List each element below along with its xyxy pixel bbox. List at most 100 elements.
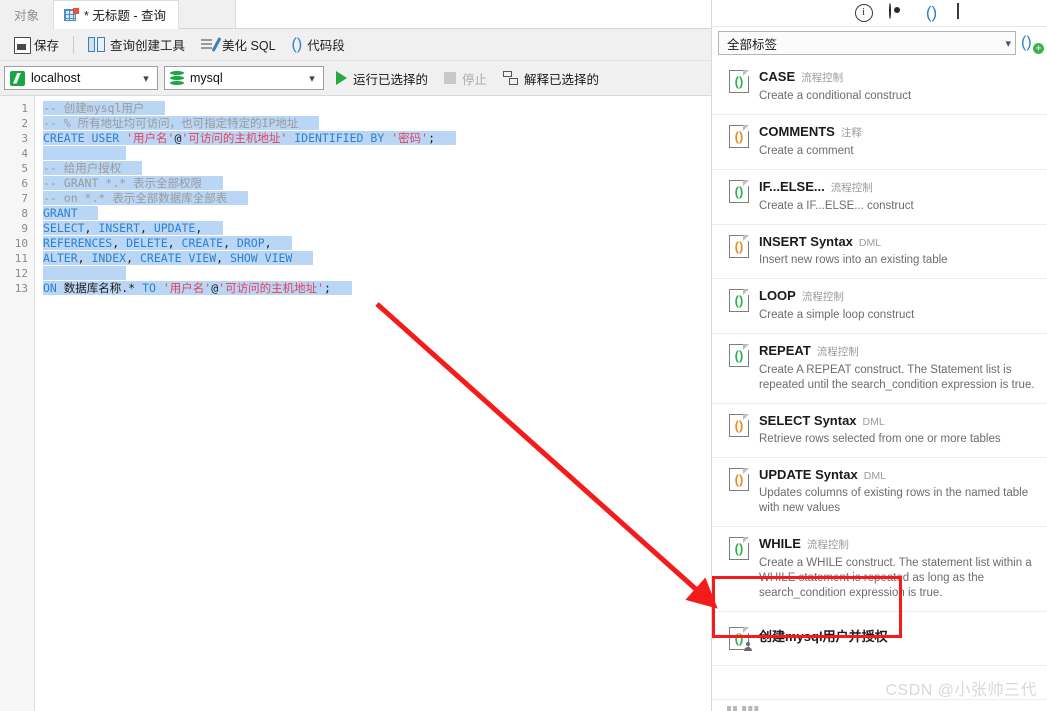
snippet-description: Retrieve rows selected from one or more … — [759, 433, 1001, 445]
snippet-panel: i () 全部标签 ▾ () + () CASE 流程控制 Create a condi… — [711, 0, 1047, 711]
snippet-filter-row: 全部标签 ▾ () + — [712, 27, 1047, 59]
snippet-category: 流程控制 — [830, 182, 873, 194]
snippet-title: CASE — [759, 69, 796, 84]
stop-button[interactable]: 停止 — [444, 69, 487, 88]
add-snippet-button[interactable]: () + — [1021, 33, 1044, 54]
query-builder-button[interactable]: 查询创建工具 — [80, 32, 193, 57]
explain-icon — [503, 70, 519, 86]
snippet-category: DML — [863, 470, 886, 482]
beautify-sql-button[interactable]: 美化 SQL — [193, 32, 284, 57]
snippet-list-item[interactable]: () IF...ELSE... 流程控制 Create a IF...ELSE... … — [712, 170, 1047, 225]
snippet-list-item[interactable]: () UPDATE Syntax DML Updates columns of exi… — [712, 458, 1047, 527]
code-line: REFERENCES, DELETE, CREATE, DROP, — [43, 236, 711, 251]
editor-toolbar: 保存 查询创建工具 美化 SQL () 代码段 — [0, 29, 711, 61]
save-button[interactable]: 保存 — [6, 32, 67, 57]
tab-query-label: * 无标题 - 查询 — [84, 9, 166, 23]
snippet-list-item[interactable]: () INSERT Syntax DML Insert new rows into a… — [712, 225, 1047, 279]
run-selected-label: 运行已选择的 — [353, 72, 429, 87]
plus-icon: + — [1033, 43, 1044, 54]
play-icon — [336, 71, 347, 85]
eye-icon[interactable] — [888, 3, 907, 22]
application-window: 对象 * 无标题 - 查询 保存 查询创建工具 美化 SQL () 代码段 lo… — [0, 0, 1047, 711]
sql-editor[interactable]: 1 2 3 4 5 6 7 8 9 10 11 12 13 -- 创建mysql… — [0, 96, 711, 711]
query-builder-icon — [88, 37, 106, 52]
snippet-description: Insert new rows into an existing table — [759, 254, 948, 266]
snippet-description: Create a simple loop construct — [759, 309, 915, 321]
code-line: -- on *.* 表示全部数据库全部表 — [43, 191, 711, 206]
connection-toolbar: localhost ▾ mysql ▾ 运行已选择的 停止 解释已选择的 — [0, 61, 711, 96]
code-line: GRANT — [43, 206, 711, 221]
code-snippet-button[interactable]: () 代码段 — [284, 32, 353, 57]
snippet-title: INSERT Syntax — [759, 234, 853, 249]
line-number: 4 — [21, 147, 28, 160]
connection-select[interactable]: localhost ▾ — [4, 66, 158, 90]
snippet-title-row: IF...ELSE... 流程控制 — [759, 179, 1037, 195]
snippet-body: COMMENTS 注释 Create a comment — [759, 124, 1037, 159]
parentheses-icon[interactable]: () — [923, 4, 941, 22]
line-number-gutter: 1 2 3 4 5 6 7 8 9 10 11 12 13 — [0, 96, 35, 711]
snippet-list-item[interactable]: () LOOP 流程控制 Create a simple loop construct — [712, 279, 1047, 334]
snippet-file-icon: () — [729, 124, 750, 148]
code-snippet-label: 代码段 — [307, 39, 345, 53]
snippet-list-item[interactable]: () SELECT Syntax DML Retrieve rows selected… — [712, 404, 1047, 458]
code-line: ALTER, INDEX, CREATE VIEW, SHOW VIEW — [43, 251, 711, 266]
snippet-body: 创建mysql用户并授权 — [759, 626, 1037, 650]
snippet-list-item[interactable]: () COMMENTS 注释 Create a comment — [712, 115, 1047, 170]
sql-code-content[interactable]: -- 创建mysql用户 -- % 所有地址均可访问，也可指定特定的IP地址 C… — [35, 96, 711, 711]
snippet-title-row: UPDATE Syntax DML — [759, 467, 1037, 482]
snippet-list[interactable]: () CASE 流程控制 Create a conditional construct… — [712, 60, 1047, 711]
line-number: 1 — [21, 102, 28, 115]
snippet-list-item[interactable]: () REPEAT 流程控制 Create A REPEAT construct. T… — [712, 334, 1047, 404]
chevron-down-icon: ▾ — [1005, 37, 1011, 50]
code-line: SELECT, INSERT, UPDATE, — [43, 221, 711, 236]
snippet-body: INSERT Syntax DML Insert new rows into an … — [759, 234, 1037, 268]
table-icon[interactable] — [956, 3, 975, 22]
code-line: -- 给用户授权 — [43, 161, 711, 176]
snippet-list-item[interactable]: () 创建mysql用户并授权 — [712, 612, 1047, 666]
snippet-list-item[interactable]: () CASE 流程控制 Create a conditional construct — [712, 60, 1047, 115]
line-number: 11 — [14, 252, 28, 265]
snippet-file-icon: () — [729, 413, 750, 437]
tab-query[interactable]: * 无标题 - 查询 — [54, 0, 179, 29]
save-icon — [14, 37, 31, 54]
snippet-category: DML — [862, 416, 885, 428]
code-line: -- 创建mysql用户 — [43, 101, 711, 116]
run-selected-button[interactable]: 运行已选择的 — [330, 69, 428, 88]
snippet-title-row: WHILE 流程控制 — [759, 536, 1037, 552]
snippet-description: Updates columns of existing rows in the … — [759, 487, 1029, 514]
snippet-body: CASE 流程控制 Create a conditional construct — [759, 69, 1037, 104]
chevron-down-icon: ▾ — [309, 72, 315, 85]
snippet-body: SELECT Syntax DML Retrieve rows selected f… — [759, 413, 1037, 447]
query-builder-label: 查询创建工具 — [110, 39, 186, 53]
snippet-file-icon: () — [729, 288, 750, 312]
code-line: CREATE USER '用户名'@'可访问的主机地址' IDENTIFIED … — [43, 131, 711, 146]
snippet-panel-header: i () — [712, 0, 1047, 27]
snippet-title-row: CASE 流程控制 — [759, 69, 1037, 85]
code-line: ON 数据库名称.* TO '用户名'@'可访问的主机地址'; — [43, 281, 711, 296]
line-number: 13 — [14, 282, 28, 295]
code-line — [43, 146, 711, 161]
explain-selected-button[interactable]: 解释已选择的 — [503, 69, 599, 88]
explain-selected-label: 解释已选择的 — [524, 72, 600, 87]
snippet-category: 流程控制 — [806, 539, 849, 551]
snippet-title: LOOP — [759, 288, 796, 303]
snippet-title-row: SELECT Syntax DML — [759, 413, 1037, 428]
stop-icon — [444, 72, 457, 84]
parentheses-icon: () — [291, 35, 303, 53]
snippet-body: WHILE 流程控制 Create a WHILE construct. The s… — [759, 536, 1037, 601]
snippet-description: Create a WHILE construct. The statement … — [759, 557, 1032, 599]
snippet-list-partial-item: ▮▮ ▮▮▮ — [726, 704, 760, 711]
snippet-category: 流程控制 — [801, 72, 844, 84]
line-number: 9 — [21, 222, 28, 235]
snippet-list-item[interactable]: () WHILE 流程控制 Create a WHILE construct. The… — [712, 527, 1047, 612]
database-value: mysql — [190, 71, 223, 85]
snippet-file-icon: () — [729, 234, 750, 258]
database-select[interactable]: mysql ▾ — [164, 66, 324, 90]
database-icon — [170, 70, 184, 86]
watermark: CSDN @小张帅三代 — [885, 682, 1037, 699]
tab-objects[interactable]: 对象 — [0, 0, 55, 29]
snippet-title-row: REPEAT 流程控制 — [759, 343, 1037, 359]
info-icon[interactable]: i — [854, 4, 873, 22]
connection-value: localhost — [31, 71, 81, 85]
tag-filter-select[interactable]: 全部标签 ▾ — [718, 31, 1016, 55]
